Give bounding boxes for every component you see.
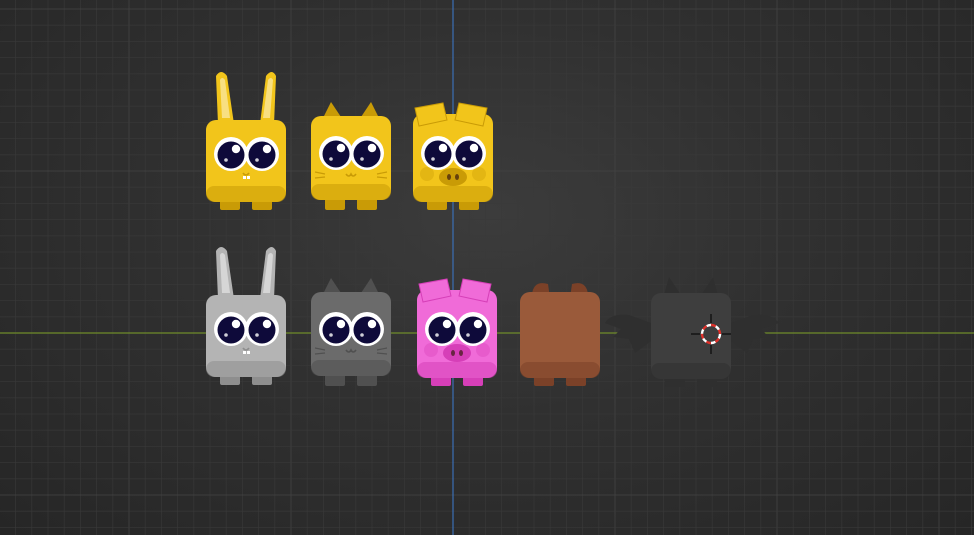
yellow-bunny[interactable] bbox=[206, 72, 286, 210]
brown-bear[interactable] bbox=[520, 283, 600, 386]
gray-cat[interactable] bbox=[311, 278, 391, 386]
character-scene bbox=[206, 72, 779, 387]
yellow-pig[interactable] bbox=[413, 102, 493, 210]
yellow-cat[interactable] bbox=[311, 102, 391, 210]
gray-bunny[interactable] bbox=[206, 247, 286, 385]
3d-viewport[interactable] bbox=[0, 0, 974, 535]
pink-pig[interactable] bbox=[417, 278, 497, 386]
dark-bat[interactable] bbox=[605, 277, 779, 387]
